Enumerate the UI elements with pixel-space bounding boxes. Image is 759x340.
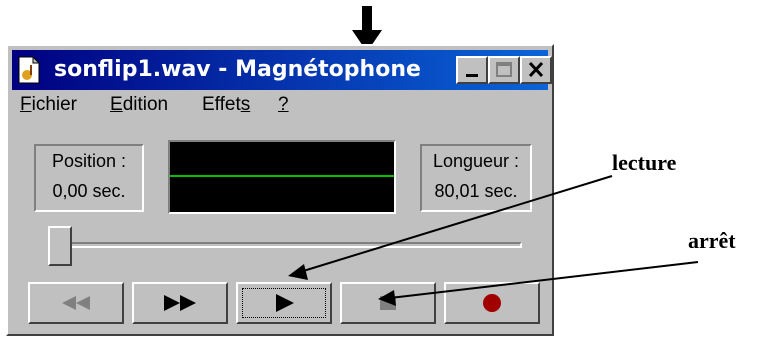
stop-pointer-arrow	[378, 261, 699, 306]
annotation-pointers	[288, 175, 699, 306]
play-pointer-arrow	[288, 175, 613, 280]
